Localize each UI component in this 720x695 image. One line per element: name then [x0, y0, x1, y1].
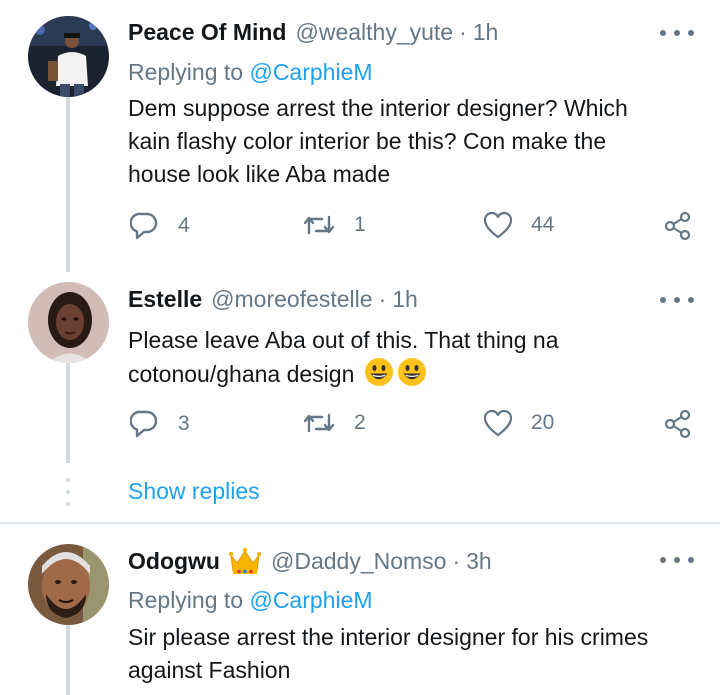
retweet-icon [303, 413, 335, 433]
tweet-estelle[interactable]: Estelle @moreofestelle · 1h Please leave… [0, 270, 720, 520]
share-button[interactable] [664, 211, 692, 241]
like-count: 20 [531, 411, 555, 434]
share-button[interactable] [664, 409, 692, 439]
reply-count: 4 [178, 214, 190, 237]
thread-line [66, 97, 70, 272]
tweet-header: Odogwu @Daddy_Nomso · 3h [128, 546, 492, 576]
heart-icon [483, 211, 513, 239]
tweet-text-line: house look like Aba made [128, 161, 391, 187]
tweet-text: Please leave Aba out of this. That thing… [128, 324, 688, 391]
tweet-text-line: Sir please arrest the interior designer … [128, 624, 649, 650]
thread-line [66, 363, 70, 463]
more-options-icon[interactable] [660, 23, 694, 43]
retweet-count: 1 [354, 213, 366, 236]
retweet-button[interactable]: 2 [302, 409, 366, 437]
grinning-face-emoji [397, 358, 426, 386]
action-bar: 4 1 44 [128, 211, 708, 245]
tweet-text-line: Dem suppose arrest the interior designer… [128, 95, 628, 121]
reply-button[interactable]: 4 [130, 211, 190, 241]
tweet-text-line: against Fashion [128, 657, 291, 683]
replying-to: Replying to @CarphieM [128, 59, 373, 86]
separator: · [459, 19, 467, 45]
tweet-text-line: kain flashy color interior be this? Con … [128, 128, 607, 154]
username[interactable]: @moreofestelle [211, 286, 372, 313]
display-name[interactable]: Peace Of Mind [128, 19, 286, 46]
reply-icon [130, 212, 158, 240]
timestamp[interactable]: 1h [392, 286, 418, 313]
separator: · [378, 286, 387, 312]
tweet-header: Peace Of Mind @wealthy_yute · 1h [128, 19, 498, 46]
crown-emoji [228, 547, 262, 574]
grinning-face-emoji [364, 358, 393, 386]
show-replies-link[interactable]: Show replies [128, 478, 260, 505]
heart-icon [483, 409, 513, 437]
avatar[interactable] [28, 282, 109, 363]
username[interactable]: @Daddy_Nomso [271, 548, 446, 575]
mention-link[interactable]: @CarphieM [249, 59, 372, 85]
retweet-icon [303, 215, 335, 235]
thread-line [66, 625, 70, 695]
retweet-button[interactable]: 1 [302, 211, 366, 239]
more-options-icon[interactable] [660, 290, 694, 310]
tweet-text-line: cotonou/ghana design [128, 357, 688, 391]
action-bar: 3 2 20 [128, 409, 708, 443]
tweet-odogwu[interactable]: Odogwu @Daddy_Nomso · 3h Replying to @Ca… [0, 524, 720, 695]
retweet-count: 2 [354, 411, 366, 434]
timestamp[interactable]: 1h [473, 19, 499, 46]
reply-icon [130, 410, 158, 438]
share-icon [664, 211, 691, 241]
avatar[interactable] [28, 16, 109, 97]
tweet-text-line-content: cotonou/ghana design [128, 361, 355, 387]
timestamp[interactable]: 3h [466, 548, 492, 575]
tweet-header: Estelle @moreofestelle · 1h [128, 286, 418, 313]
reply-count: 3 [178, 412, 190, 435]
replying-to: Replying to @CarphieM [128, 587, 373, 614]
share-icon [664, 409, 691, 439]
avatar[interactable] [28, 544, 109, 625]
thread-gap-dots [66, 478, 70, 506]
tweet-text-line: Please leave Aba out of this. That thing… [128, 327, 559, 353]
replying-prefix: Replying to [128, 587, 244, 613]
like-button[interactable]: 44 [483, 211, 554, 239]
tweet-peace-of-mind[interactable]: Peace Of Mind @wealthy_yute · 1h Replyin… [0, 0, 720, 272]
like-count: 44 [531, 213, 555, 236]
like-button[interactable]: 20 [483, 409, 554, 437]
reply-button[interactable]: 3 [130, 409, 190, 439]
mention-link[interactable]: @CarphieM [249, 587, 372, 613]
replying-prefix: Replying to [128, 59, 244, 85]
tweet-text: Dem suppose arrest the interior designer… [128, 92, 688, 191]
more-options-icon[interactable] [660, 550, 694, 570]
tweet-text: Sir please arrest the interior designer … [128, 621, 708, 687]
display-name[interactable]: Estelle [128, 286, 202, 313]
display-name[interactable]: Odogwu [128, 548, 220, 575]
username[interactable]: @wealthy_yute [295, 19, 453, 46]
separator: · [452, 547, 461, 574]
